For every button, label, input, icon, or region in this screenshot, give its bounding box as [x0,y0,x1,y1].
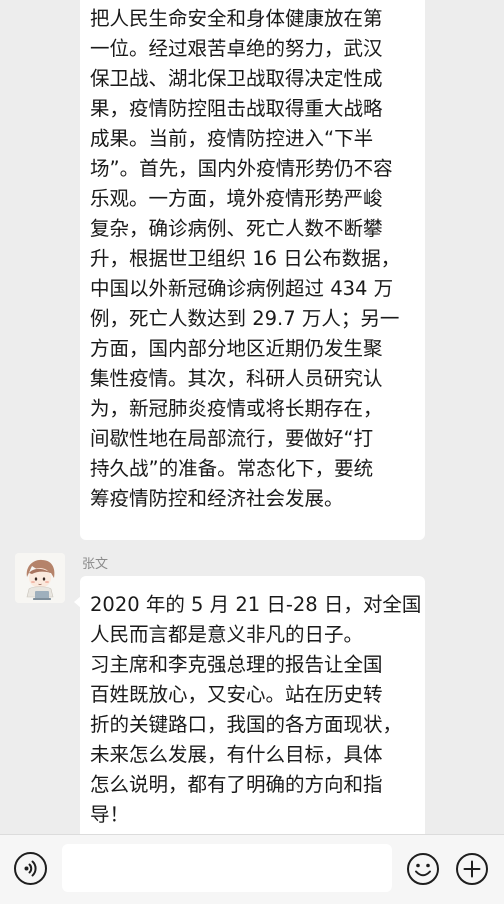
message-text-line: 怎么说明，都有了明确的方向和指 [90,773,383,796]
message-text-line: 果，疫情防控阻击战取得重大战略 [90,97,383,120]
message-text-line: 场”。首先，国内外疫情形势仍不容 [90,157,393,180]
message-text-line: 持久战”的准备。常态化下，要统 [90,457,374,480]
message-text-line: 折的关键路口，我国的各方面现状， [90,713,403,736]
message-text-line: 例，死亡人数达到 29.7 万人；另一 [90,307,400,330]
sender-name: 张文 [82,557,109,572]
message-text-line: 一位。经过艰苦卓绝的努力，武汉 [90,37,383,60]
message-text-line: 集性疫情。其次，科研人员研究认 [90,367,383,390]
message-input[interactable] [62,844,392,892]
message-text-line: 间歇性地在局部流行，要做好“打 [90,427,374,450]
message-bubble[interactable]: 2020 年的 5 月 21 日-28 日，对全国 人民而言都是意义非凡的日子。… [80,576,425,834]
message-text-line: 复杂，确诊病例、死亡人数不断攀 [90,217,383,240]
chat-message-area[interactable]: 把人民生命安全和身体健康放在第 一位。经过艰苦卓绝的努力，武汉 保卫战、湖北保卫… [0,0,504,834]
chat-input-bar [0,834,504,904]
message-text-line: 筹疫情防控和经济社会发展。 [90,487,344,510]
message-text-line: 中国以外新冠确诊病例超过 434 万 [90,277,394,300]
message-text-line: 方面，国内部分地区近期仍发生聚 [90,337,383,360]
message-text-line: 百姓既放心，又安心。站在历史转 [90,683,383,706]
message-text-line: 乐观。一方面，境外疫情形势严峻 [90,187,383,210]
message-text-line: 习主席和李克强总理的报告让全国 [90,653,383,676]
message-text-line: 导！ [90,803,130,826]
message-text-line: 未来怎么发展，有什么目标，具体 [90,743,383,766]
message-text-line: 保卫战、湖北保卫战取得决定性成 [90,67,383,90]
message-text-line: 2020 年的 5 月 21 日-28 日，对全国 [90,593,422,616]
message-text-line: 成果。当前，疫情防控进入“下半 [90,127,374,150]
voice-icon[interactable] [14,852,47,885]
emoji-icon[interactable] [406,852,440,886]
message-text-line: 为，新冠肺炎疫情或将长期存在， [90,397,383,420]
plus-icon[interactable] [455,852,489,886]
message-bubble[interactable]: 把人民生命安全和身体健康放在第 一位。经过艰苦卓绝的努力，武汉 保卫战、湖北保卫… [80,0,425,540]
message-text-line: 升，根据世卫组织 16 日公布数据， [90,247,401,270]
message-text-line: 把人民生命安全和身体健康放在第 [90,7,383,30]
avatar[interactable] [15,553,65,603]
message-text-line: 人民而言都是意义非凡的日子。 [90,623,364,646]
